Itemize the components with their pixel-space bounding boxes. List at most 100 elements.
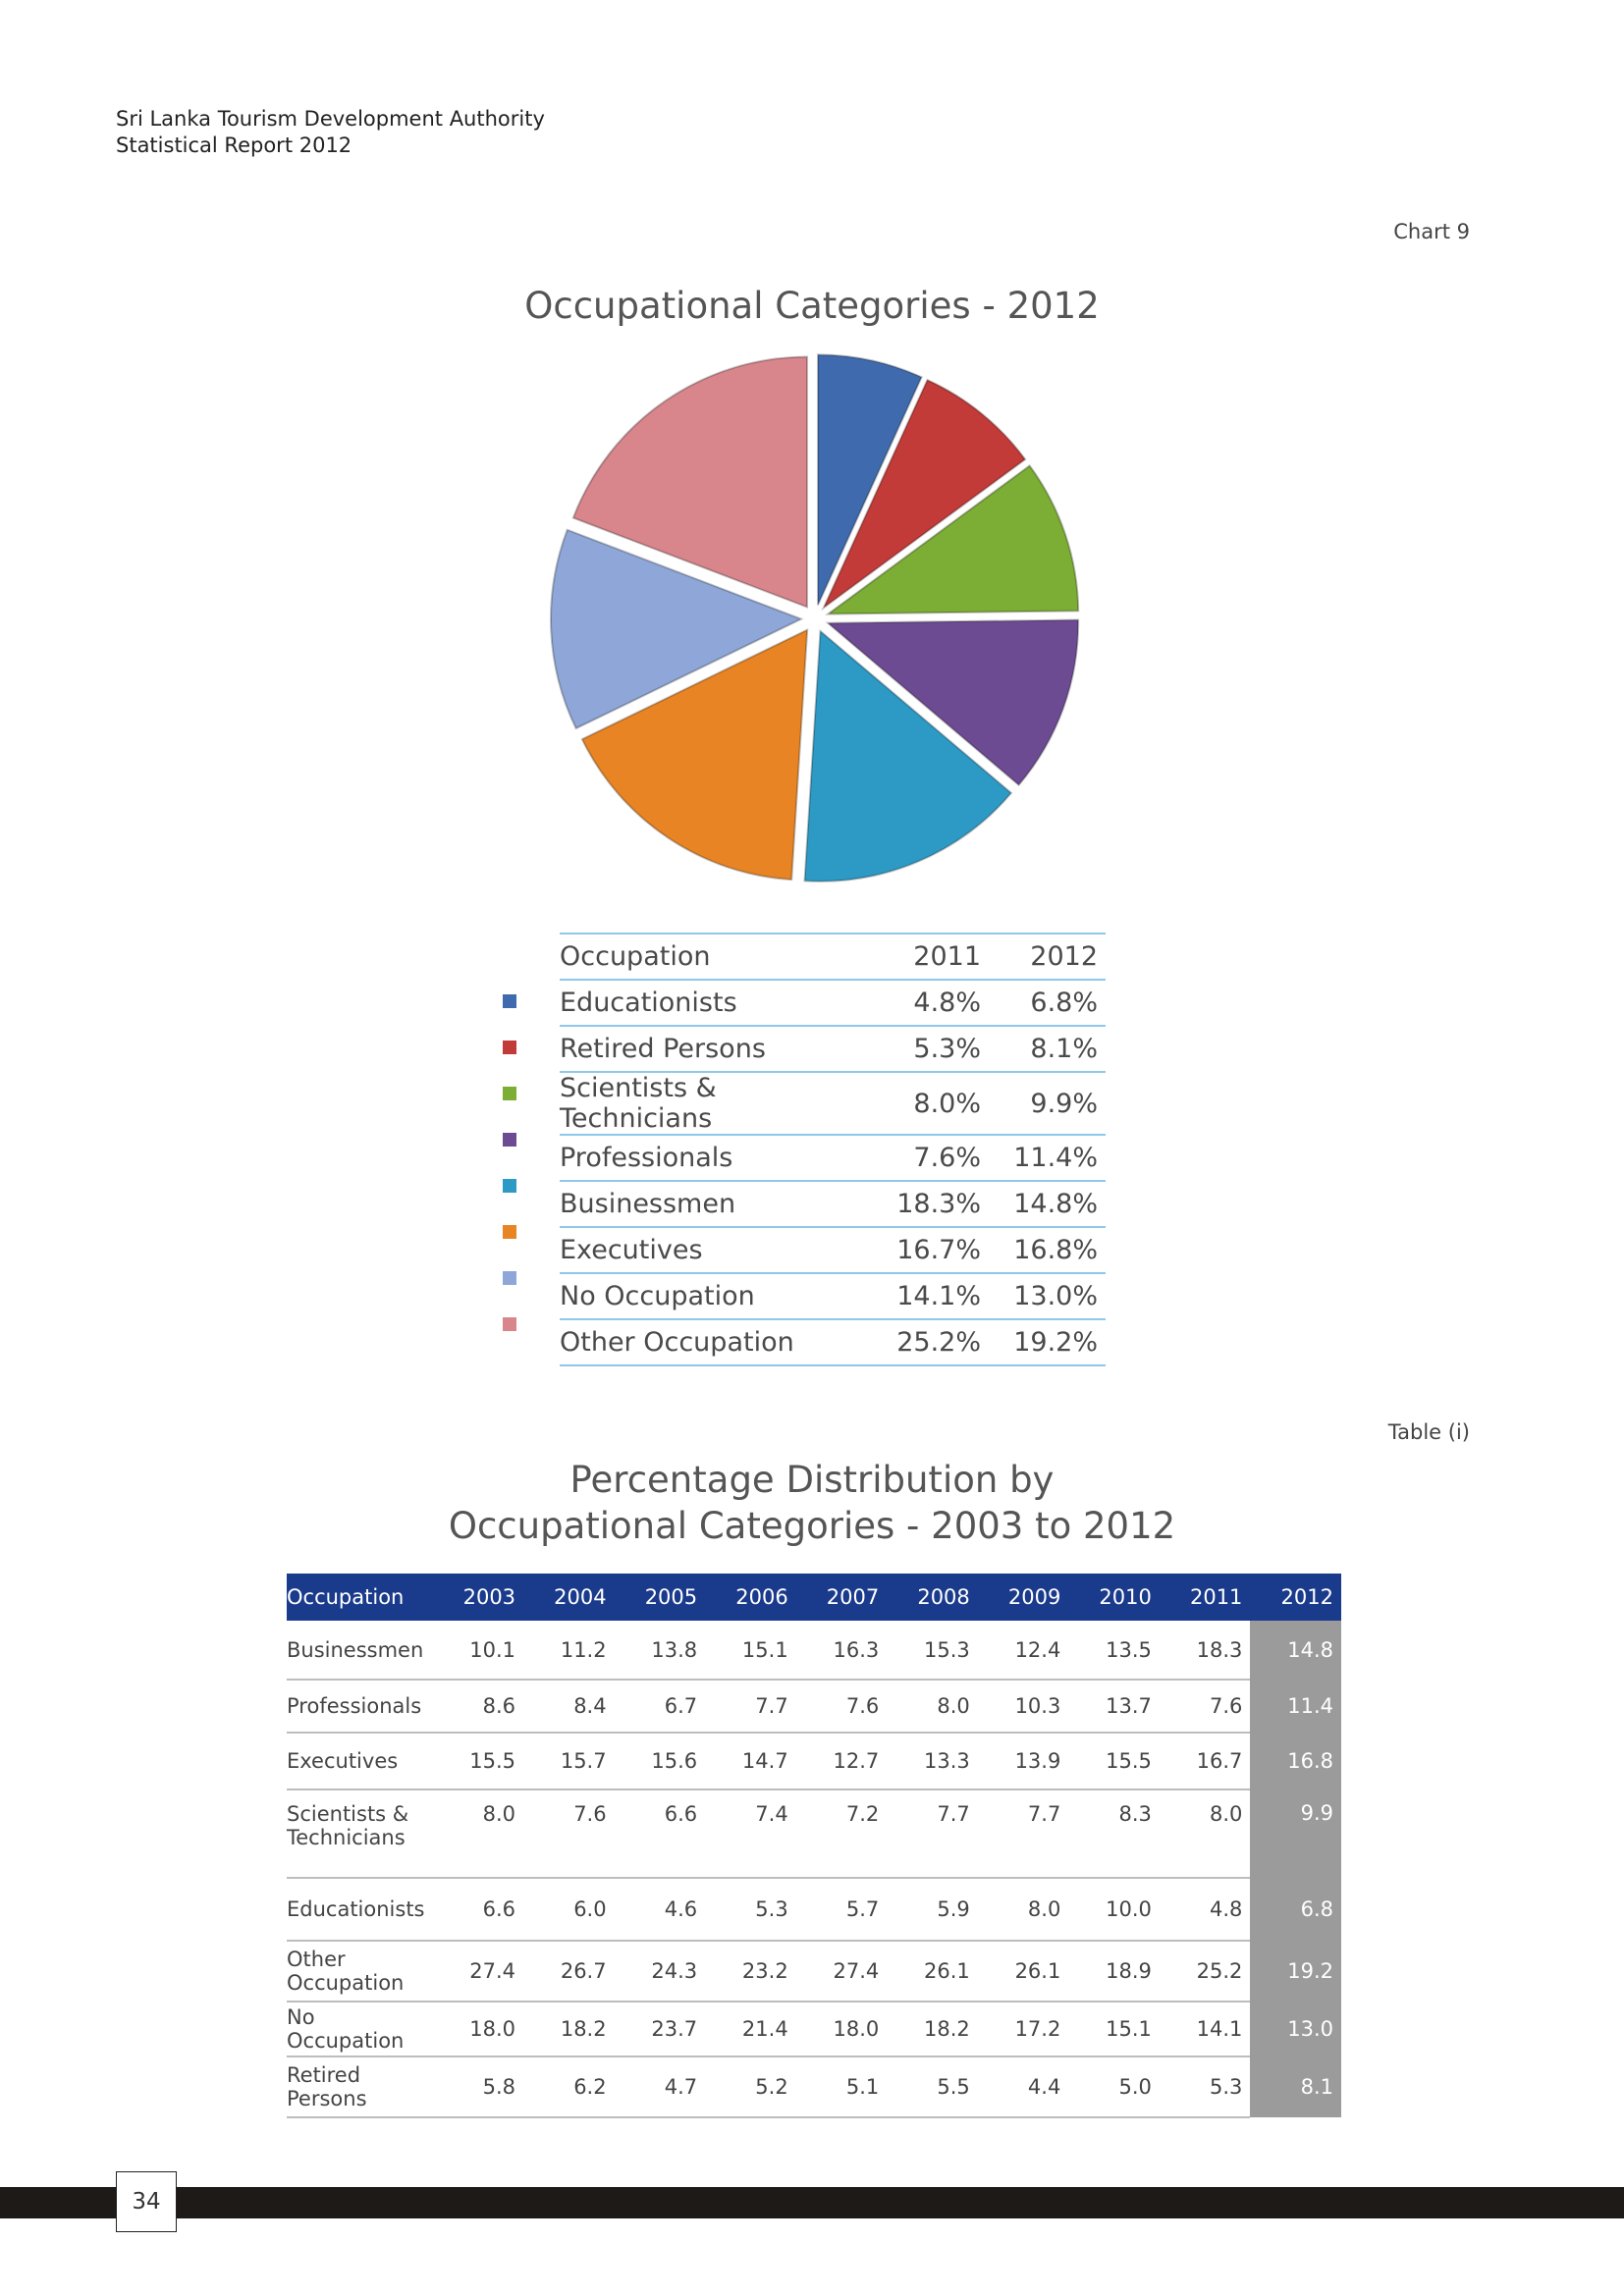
cell-value: 15.6 — [614, 1733, 706, 1790]
header-year: 2010 — [1068, 1574, 1160, 1621]
cell-value: 6.6 — [614, 1789, 706, 1879]
row-occupation: Retired Persons — [287, 2056, 433, 2118]
cell-value: 14.7 — [705, 1733, 796, 1790]
cell-value: 13.5 — [1068, 1621, 1160, 1681]
cell-value: 7.4 — [705, 1789, 796, 1879]
footer-bar — [0, 2187, 1624, 2218]
header-year: 2012 — [1250, 1574, 1341, 1621]
legend-value-2011: 7.6% — [872, 1135, 989, 1182]
cell-value: 15.3 — [887, 1621, 978, 1681]
cell-value: 27.4 — [432, 1941, 524, 2002]
cell-value: 5.9 — [887, 1878, 978, 1942]
row-occupation: Professionals — [287, 1680, 433, 1734]
header-year: 2004 — [523, 1574, 615, 1621]
cell-value: 18.3 — [1159, 1621, 1251, 1681]
cell-value: 5.0 — [1068, 2056, 1160, 2118]
legend-value-2012: 9.9% — [989, 1072, 1106, 1136]
page-number: 34 — [116, 2171, 177, 2232]
cell-value: 12.4 — [977, 1621, 1069, 1681]
cell-value: 16.7 — [1159, 1733, 1251, 1790]
legend-occupation: Executives — [560, 1227, 872, 1274]
cell-value: 10.1 — [432, 1621, 524, 1681]
header-year: 2006 — [705, 1574, 796, 1621]
table-row: Other Occupation 27.4 26.7 24.3 23.2 27.4 26.1… — [287, 1941, 1341, 2002]
legend-value-2012: 19.2% — [989, 1319, 1106, 1366]
org-name: Sri Lanka Tourism Development Authority — [116, 107, 545, 131]
cell-value: 15.7 — [523, 1733, 615, 1790]
distribution-table: Occupation 2003 2004 2005 2006 2007 2008 2009 20… — [287, 1574, 1341, 2118]
cell-value: 7.7 — [977, 1789, 1069, 1879]
legend-occupation: Educationists — [560, 980, 872, 1027]
cell-value: 13.0 — [1250, 2002, 1341, 2056]
legend-table: Occupation 2011 2012 Educationists 4.8% 6.… — [560, 933, 1106, 1366]
legend-value-2012: 13.0% — [989, 1273, 1106, 1320]
legend-swatch — [503, 1271, 516, 1285]
legend-swatch — [503, 1179, 516, 1193]
cell-value: 15.5 — [1068, 1733, 1160, 1790]
row-occupation: No Occupation — [287, 2002, 433, 2057]
cell-value: 7.6 — [795, 1680, 888, 1734]
header-occupation: Occupation — [287, 1574, 433, 1621]
legend-value-2011: 5.3% — [872, 1026, 989, 1073]
cell-value: 8.0 — [977, 1878, 1069, 1942]
table-header-row: Occupation 2003 2004 2005 2006 2007 2008 2009 20… — [287, 1574, 1341, 1621]
legend-header-row: Occupation 2011 2012 — [560, 933, 1106, 981]
header-year: 2005 — [614, 1574, 706, 1621]
cell-value: 6.6 — [432, 1878, 524, 1942]
cell-value: 6.7 — [614, 1680, 706, 1734]
legend-value-2012: 16.8% — [989, 1227, 1106, 1274]
row-occupation: Other Occupation — [287, 1941, 433, 2002]
legend-occupation: Professionals — [560, 1135, 872, 1182]
cell-value: 7.7 — [705, 1680, 796, 1734]
cell-value: 7.6 — [523, 1789, 615, 1879]
table-row: Scientists & Technicians 8.0 7.6 6.6 7.4 7.2 7… — [287, 1789, 1341, 1879]
table-row: No Occupation 18.0 18.2 23.7 21.4 18.0 18.2 17.… — [287, 2002, 1341, 2057]
header-year: 2011 — [1159, 1574, 1251, 1621]
cell-value: 7.2 — [795, 1789, 888, 1879]
cell-value: 6.2 — [523, 2056, 615, 2118]
table-row: Educationists 6.6 6.0 4.6 5.3 5.7 5.9 8.0 10.0 4.… — [287, 1878, 1341, 1942]
cell-value: 14.8 — [1250, 1621, 1341, 1680]
cell-value: 5.2 — [705, 2056, 796, 2118]
legend-swatch — [503, 1133, 516, 1147]
legend-header-2011: 2011 — [872, 933, 989, 981]
legend-value-2012: 8.1% — [989, 1026, 1106, 1073]
cell-value: 8.0 — [432, 1789, 524, 1879]
cell-value: 26.1 — [887, 1941, 978, 2002]
cell-value: 5.7 — [795, 1878, 888, 1942]
cell-value: 12.7 — [795, 1733, 888, 1790]
row-occupation: Educationists — [287, 1878, 433, 1942]
cell-value: 8.0 — [1159, 1789, 1251, 1879]
table-label: Table (i) — [1387, 1420, 1470, 1444]
cell-value: 26.1 — [977, 1941, 1069, 2002]
legend-row: Professionals 7.6% 11.4% — [560, 1135, 1106, 1182]
legend-occupation: Scientists & Technicians — [560, 1072, 872, 1136]
cell-value: 5.8 — [432, 2056, 524, 2118]
cell-value: 13.9 — [977, 1733, 1069, 1790]
legend-header-2012: 2012 — [989, 933, 1106, 981]
cell-value: 18.2 — [523, 2002, 615, 2057]
header-year: 2003 — [432, 1574, 524, 1621]
pie-slice — [550, 528, 804, 730]
cell-value: 6.8 — [1250, 1878, 1341, 1941]
cell-value: 13.7 — [1068, 1680, 1160, 1734]
pie-slice — [580, 627, 809, 881]
legend-swatch — [503, 1317, 516, 1331]
table-row: Businessmen 10.1 11.2 13.8 15.1 16.3 15.3 12.4 1… — [287, 1621, 1341, 1681]
cell-value: 11.4 — [1250, 1680, 1341, 1733]
cell-value: 26.7 — [523, 1941, 615, 2002]
cell-value: 8.3 — [1068, 1789, 1160, 1879]
legend-header-occupation: Occupation — [560, 933, 872, 981]
legend-value-2012: 6.8% — [989, 980, 1106, 1027]
cell-value: 8.1 — [1250, 2056, 1341, 2117]
cell-value: 16.3 — [795, 1621, 888, 1681]
row-occupation: Executives — [287, 1733, 433, 1790]
legend-value-2011: 16.7% — [872, 1227, 989, 1274]
pie-slice — [816, 353, 923, 606]
cell-value: 15.5 — [432, 1733, 524, 1790]
table-row: Retired Persons 5.8 6.2 4.7 5.2 5.1 5.5 4.4 5.0 5… — [287, 2056, 1341, 2118]
cell-value: 24.3 — [614, 1941, 706, 2002]
cell-value: 7.7 — [887, 1789, 978, 1879]
legend-row: Businessmen 18.3% 14.8% — [560, 1181, 1106, 1228]
table-title-line2: Occupational Categories - 2003 to 2012 — [448, 1505, 1176, 1547]
